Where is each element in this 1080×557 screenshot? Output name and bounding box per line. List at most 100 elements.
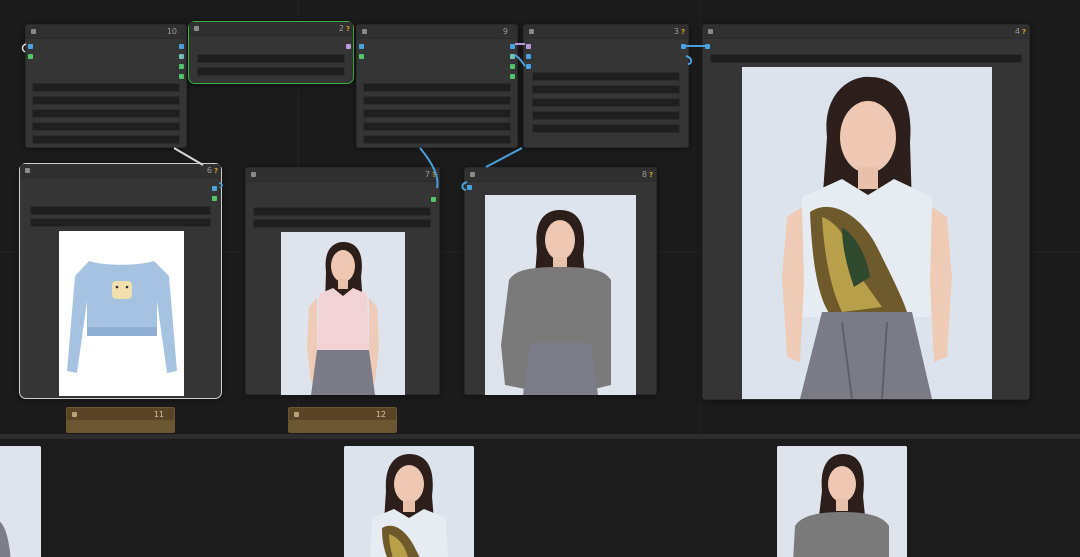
widget-field[interactable] [32, 83, 180, 92]
note-body[interactable] [289, 420, 396, 432]
widget-field[interactable] [32, 109, 180, 118]
widget-field[interactable] [532, 111, 680, 120]
widget-field[interactable] [197, 67, 345, 76]
model-painted-top-image [344, 446, 474, 557]
input-port[interactable] [28, 54, 33, 59]
widget-field[interactable] [32, 122, 180, 131]
widget-field[interactable] [363, 96, 511, 105]
node-id: 9 [502, 27, 508, 36]
output-port[interactable] [431, 197, 436, 202]
input-port[interactable] [526, 64, 531, 69]
model-partial-left-image [0, 446, 41, 557]
node-10[interactable]: 10 [25, 24, 187, 148]
output-image-preview[interactable] [742, 67, 992, 399]
output-port[interactable] [681, 44, 686, 49]
image-preview[interactable] [59, 231, 184, 396]
collapse-toggle[interactable] [251, 172, 256, 177]
node-header[interactable]: 2 ? [189, 22, 353, 36]
node-header[interactable]: 10 [26, 25, 186, 39]
input-port[interactable] [526, 44, 531, 49]
input-port[interactable] [359, 44, 364, 49]
output-port[interactable] [212, 196, 217, 201]
node-id: 6 [206, 166, 212, 175]
output-port[interactable] [179, 54, 184, 59]
model-painted-top-image [742, 67, 992, 399]
widget-field[interactable] [532, 85, 680, 94]
workflow-canvas[interactable]: 10 2 ? 9 3 ? 4 ? 6 ? 7 ? 8 ? 11 12 [0, 0, 1080, 557]
widget-field[interactable] [197, 54, 345, 63]
collapse-toggle[interactable] [362, 29, 367, 34]
output-port[interactable] [179, 44, 184, 49]
node-id: 8 [641, 170, 647, 179]
collapse-toggle[interactable] [194, 26, 199, 31]
input-port[interactable] [359, 54, 364, 59]
widget-field[interactable] [363, 135, 511, 144]
result-thumbnail[interactable] [0, 446, 41, 557]
note-node-11[interactable]: 11 [66, 407, 175, 433]
node-7[interactable]: 7 ? [245, 167, 440, 395]
collapse-toggle[interactable] [708, 29, 713, 34]
node-9[interactable]: 9 [356, 24, 518, 148]
node-header[interactable]: 9 [357, 25, 517, 39]
input-port[interactable] [705, 44, 710, 49]
node-2[interactable]: 2 ? [188, 21, 354, 84]
widget-field[interactable] [32, 96, 180, 105]
result-thumbnail[interactable] [777, 446, 907, 557]
node-header[interactable]: 6 ? [20, 164, 221, 178]
result-thumbnail[interactable] [344, 446, 474, 557]
input-port[interactable] [28, 44, 33, 49]
node-id: 10 [166, 27, 177, 36]
widget-field[interactable] [532, 72, 680, 81]
collapse-toggle[interactable] [72, 412, 77, 417]
output-port[interactable] [510, 54, 515, 59]
node-3[interactable]: 3 ? [523, 24, 689, 148]
model-masked-top-image [485, 195, 636, 395]
status-badge: ? [431, 171, 436, 179]
output-port[interactable] [510, 74, 515, 79]
output-port[interactable] [212, 186, 217, 191]
status-badge: ? [1021, 28, 1026, 36]
widget-field[interactable] [253, 219, 431, 228]
collapse-toggle[interactable] [31, 29, 36, 34]
widget-field[interactable] [710, 54, 1022, 63]
output-port[interactable] [179, 64, 184, 69]
widget-field[interactable] [363, 83, 511, 92]
output-port[interactable] [510, 64, 515, 69]
model-masked-top-image [777, 446, 907, 557]
widget-field[interactable] [363, 109, 511, 118]
status-badge: ? [648, 171, 653, 179]
model-pink-top-image [281, 232, 405, 395]
widget-field[interactable] [32, 135, 180, 144]
widget-field[interactable] [532, 98, 680, 107]
output-port[interactable] [179, 74, 184, 79]
node-6[interactable]: 6 ? [19, 163, 222, 399]
note-node-12[interactable]: 12 [288, 407, 397, 433]
status-badge: ? [213, 167, 218, 175]
node-header[interactable]: 4 ? [703, 25, 1029, 39]
collapse-toggle[interactable] [294, 412, 299, 417]
node-id: 2 [338, 24, 344, 33]
output-port[interactable] [346, 44, 351, 49]
node-8[interactable]: 8 ? [464, 167, 657, 395]
collapse-toggle[interactable] [470, 172, 475, 177]
collapse-toggle[interactable] [529, 29, 534, 34]
image-preview[interactable] [281, 232, 405, 395]
note-body[interactable] [67, 420, 174, 432]
widget-field[interactable] [253, 207, 431, 216]
collapse-toggle[interactable] [25, 168, 30, 173]
output-port[interactable] [510, 44, 515, 49]
widget-field[interactable] [30, 218, 211, 227]
input-port[interactable] [526, 54, 531, 59]
results-strip[interactable] [0, 434, 1080, 557]
widget-field[interactable] [532, 124, 680, 133]
node-header[interactable]: 3 ? [524, 25, 688, 39]
image-preview[interactable] [485, 195, 636, 395]
widget-field[interactable] [363, 122, 511, 131]
node-4[interactable]: 4 ? [702, 24, 1030, 400]
node-header[interactable]: 7 ? [246, 168, 439, 182]
node-header[interactable]: 8 ? [465, 168, 656, 182]
input-port[interactable] [467, 185, 472, 190]
node-id: 7 [424, 170, 430, 179]
status-badge: ? [345, 25, 350, 33]
widget-field[interactable] [30, 206, 211, 215]
